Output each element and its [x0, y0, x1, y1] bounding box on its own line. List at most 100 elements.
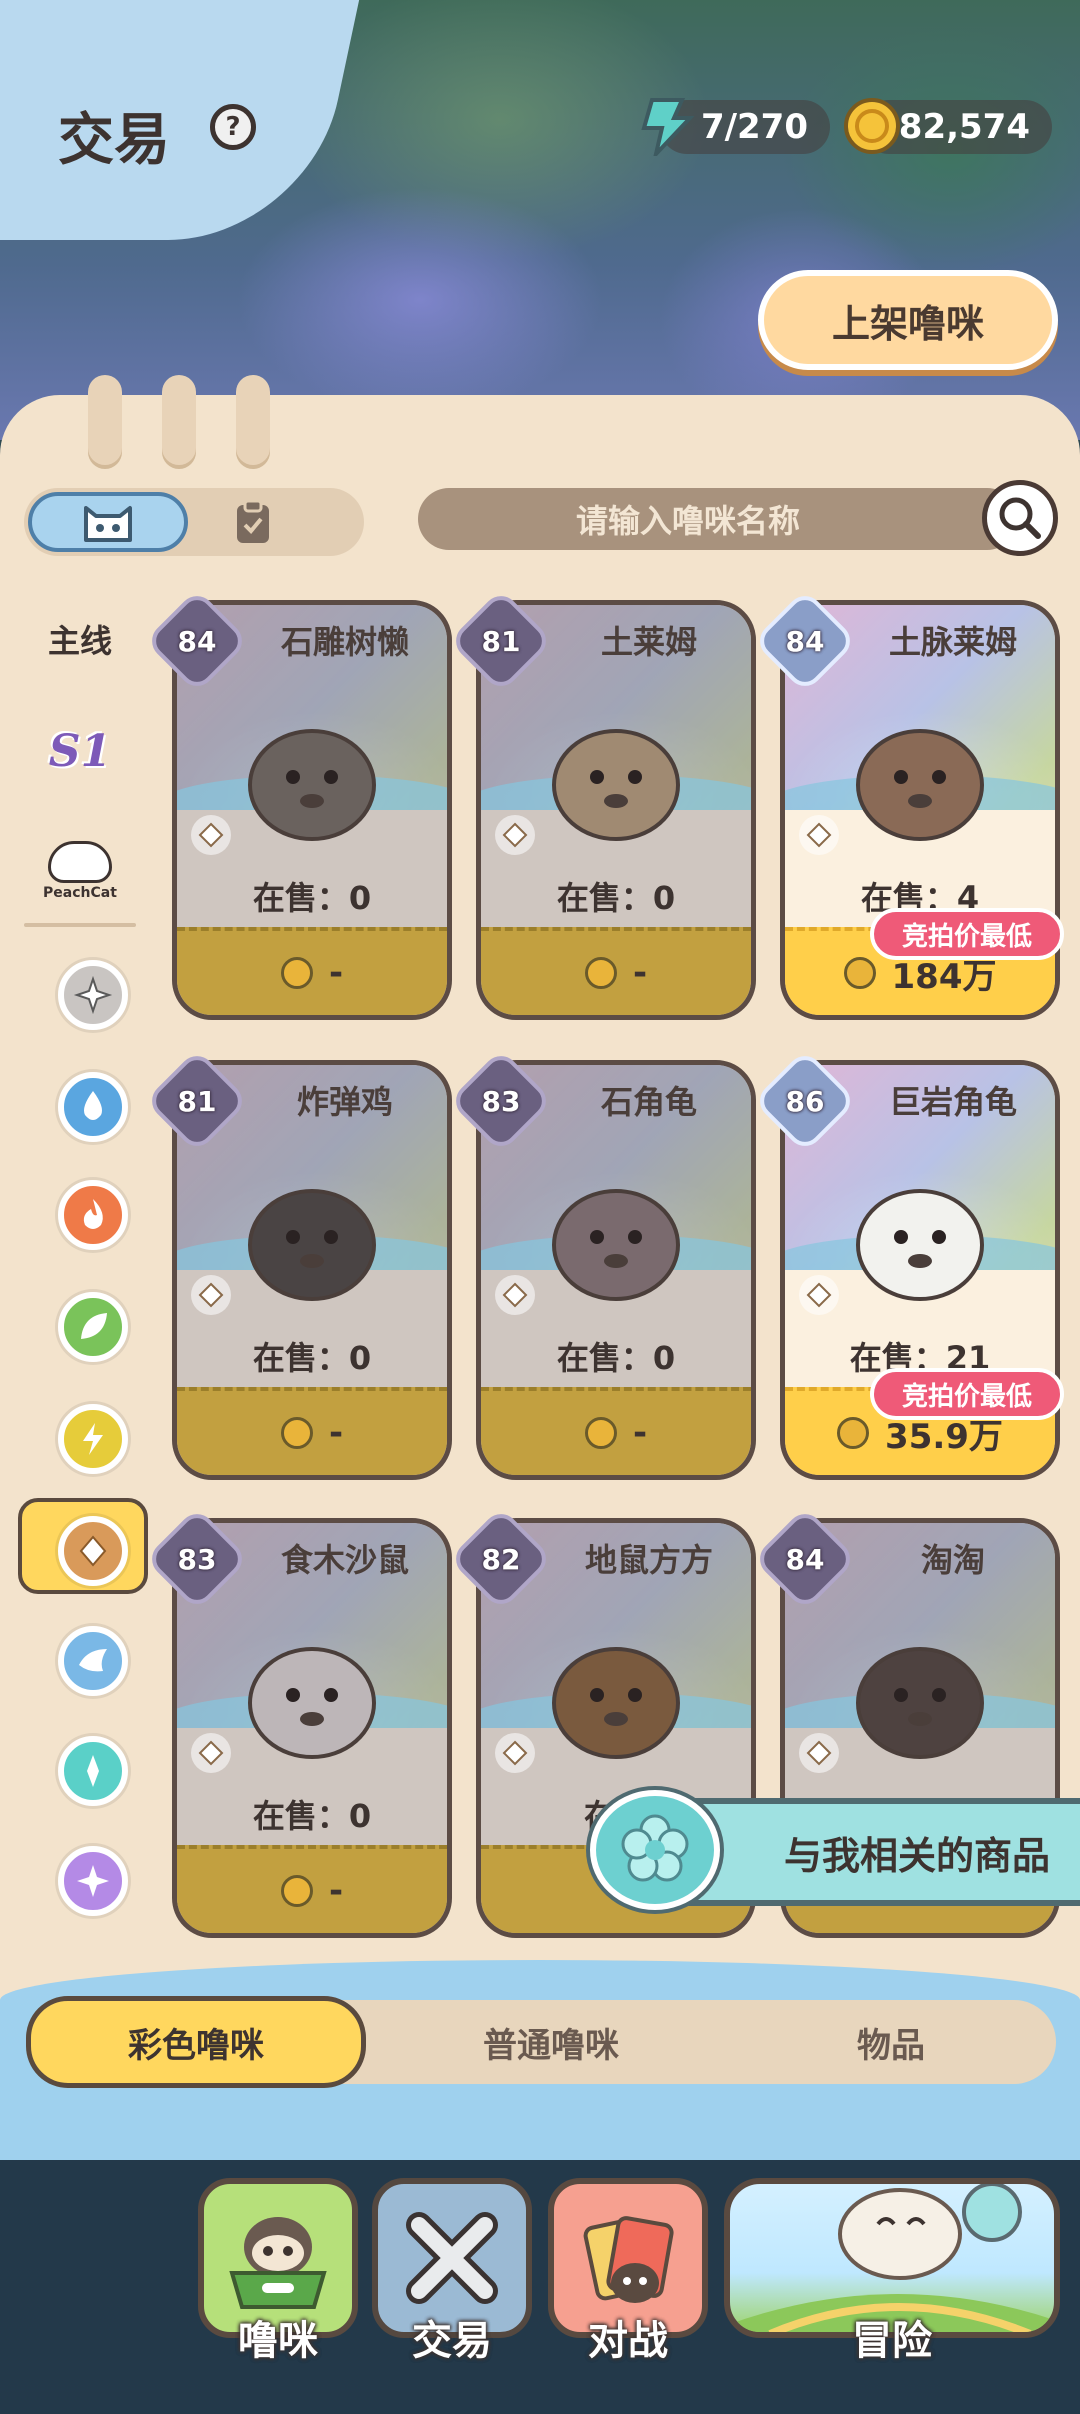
- binder-ring: [88, 375, 122, 465]
- battle-cards-icon: [583, 2216, 674, 2303]
- toggle-item-view[interactable]: [229, 498, 277, 546]
- normal-element-icon: [58, 960, 128, 1030]
- sidebar-element-wind[interactable]: [33, 1616, 153, 1706]
- lumi-bowl-icon: [229, 2217, 327, 2309]
- lowest-price: -: [328, 1871, 344, 1911]
- earth-type-icon: [495, 1733, 535, 1773]
- search-input[interactable]: 请输入噜咪名称: [418, 488, 1018, 550]
- sidebar-element-ice[interactable]: [33, 1726, 153, 1816]
- lumi-name: 土脉莱姆: [888, 623, 1017, 661]
- energy-icon: [636, 96, 696, 156]
- lowest-price: -: [632, 1413, 648, 1453]
- earth-type-icon: [799, 815, 839, 855]
- fire-element-icon: [58, 1180, 128, 1250]
- sidebar-element-grass[interactable]: [33, 1282, 153, 1372]
- earth-type-icon: [799, 1733, 839, 1773]
- binder-ring: [162, 375, 196, 465]
- lumi-portrait: [227, 685, 397, 859]
- tab-shiny-lumi[interactable]: 彩色噜咪: [26, 1996, 366, 2088]
- sidebar-item-s1[interactable]: S1: [20, 706, 140, 796]
- coin-icon: [280, 957, 313, 989]
- earth-type-icon: [799, 1275, 839, 1315]
- lumi-name: 石雕树懒: [280, 623, 409, 661]
- sidebar-element-earth[interactable]: [33, 1506, 153, 1596]
- list-lumi-button[interactable]: 上架噜咪: [758, 270, 1058, 370]
- sidebar-main-label: 主线: [47, 622, 112, 660]
- lumi-portrait: [531, 1603, 701, 1777]
- lowest-bid-tag: 竞拍价最低: [870, 908, 1064, 960]
- nav-battle-label: 对战: [588, 2318, 668, 2364]
- lumi-portrait: [227, 1145, 397, 1319]
- help-icon[interactable]: ?: [210, 104, 256, 150]
- lumi-name: 石角龟: [600, 1083, 697, 1121]
- lumi-portrait: [531, 1145, 701, 1319]
- page-title: 交易: [58, 108, 170, 173]
- sidebar-item-peachcat[interactable]: PeachCat: [20, 826, 140, 916]
- coin-icon: [837, 1417, 870, 1449]
- binder-ring: [236, 375, 270, 465]
- category-tabs: 彩色噜咪 普通噜咪 物品: [26, 1996, 1056, 2088]
- lumi-name: 食木沙鼠: [280, 1541, 409, 1579]
- lumi-name: 土莱姆: [600, 623, 697, 661]
- energy-value: 7/270: [700, 107, 808, 147]
- search-button[interactable]: [982, 480, 1058, 556]
- cat-face-icon: [84, 506, 132, 542]
- earth-type-icon: [495, 815, 535, 855]
- search-icon: [999, 497, 1041, 539]
- coin-icon: [584, 1417, 617, 1449]
- tab-items[interactable]: 物品: [726, 2000, 1056, 2084]
- lowest-bid-tag: 竞拍价最低: [870, 1368, 1064, 1420]
- electric-element-icon: [58, 1404, 128, 1474]
- on-sale-count: 在售：0: [252, 1339, 372, 1377]
- price-bar: -: [177, 1845, 447, 1933]
- nav-lumi-label: 噜咪: [238, 2318, 318, 2364]
- price-bar: -: [481, 927, 751, 1015]
- earth-type-icon: [495, 1275, 535, 1315]
- coin-icon: [584, 957, 617, 989]
- lumi-name: 地鼠方方: [584, 1541, 713, 1579]
- price-bar: -: [481, 1387, 751, 1475]
- earth-type-icon: [191, 1733, 231, 1773]
- sidebar-element-normal[interactable]: [33, 950, 153, 1040]
- related-goods-icon[interactable]: [590, 1790, 720, 1910]
- on-sale-count: 在售：0: [556, 1339, 676, 1377]
- ice-element-icon: [58, 1736, 128, 1806]
- on-sale-count: 在售：0: [252, 1797, 372, 1835]
- sidebar-element-water[interactable]: [33, 1062, 153, 1152]
- lumi-name: 巨岩角龟: [888, 1083, 1017, 1121]
- lumi-name: 炸弹鸡: [296, 1083, 393, 1121]
- price-bar: -: [177, 1387, 447, 1475]
- earth-element-icon: [58, 1516, 128, 1586]
- s1-season-icon: S1: [48, 725, 112, 777]
- peachcat-logo: PeachCat: [43, 841, 117, 901]
- coin-icon: [842, 96, 902, 156]
- lowest-price: -: [328, 1413, 344, 1453]
- lumi-portrait: [531, 685, 701, 859]
- lowest-price: -: [328, 953, 344, 993]
- lumi-name: 淘淘: [920, 1541, 985, 1579]
- toggle-lumi-view[interactable]: [28, 492, 188, 552]
- price-bar: -: [177, 927, 447, 1015]
- sidebar-element-fire[interactable]: [33, 1170, 153, 1260]
- on-sale-count: 在售：0: [556, 879, 676, 917]
- view-toggle: [24, 488, 364, 556]
- mystic-element-icon: [58, 1846, 128, 1916]
- grass-element-icon: [58, 1292, 128, 1362]
- on-sale-count: 在售：0: [252, 879, 372, 917]
- lowest-price: -: [632, 953, 648, 993]
- lumi-portrait: [835, 685, 1005, 859]
- lumi-portrait: [835, 1145, 1005, 1319]
- coin-icon: [280, 1875, 313, 1907]
- nav-adventure-label: 冒险: [852, 2318, 932, 2364]
- earth-type-icon: [191, 1275, 231, 1315]
- wind-element-icon: [58, 1626, 128, 1696]
- coin-icon: [843, 957, 876, 989]
- earth-type-icon: [191, 815, 231, 855]
- sidebar-element-electric[interactable]: [33, 1394, 153, 1484]
- tab-normal-lumi[interactable]: 普通噜咪: [386, 2000, 716, 2084]
- lumi-portrait: [227, 1603, 397, 1777]
- related-goods-label: 与我相关的商品: [783, 1833, 1050, 1878]
- sidebar-item-main[interactable]: 主线: [20, 594, 140, 684]
- sidebar-element-mystic[interactable]: [33, 1836, 153, 1926]
- clipboard-icon: [237, 499, 269, 543]
